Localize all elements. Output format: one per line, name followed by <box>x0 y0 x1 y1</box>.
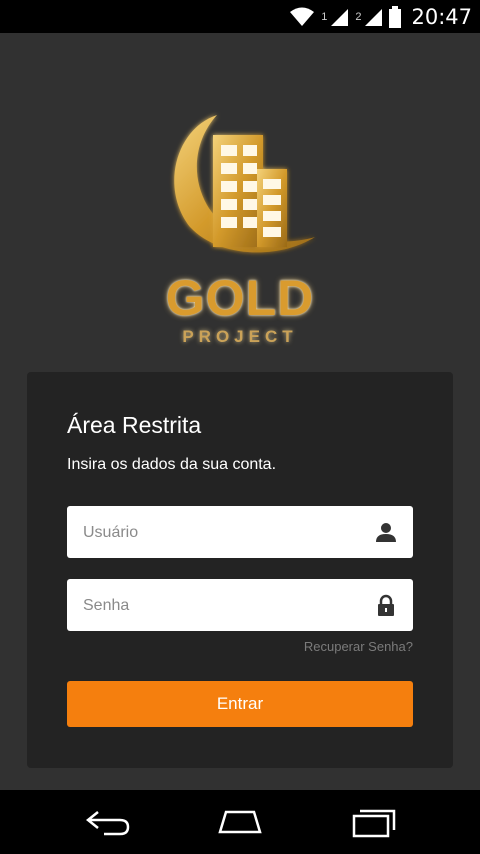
login-button[interactable]: Entrar <box>67 681 413 727</box>
back-icon[interactable] <box>76 804 136 840</box>
sim2-label: 2 <box>355 10 362 23</box>
user-icon <box>376 523 396 542</box>
app-screen: GOLD PROJECT Área Restrita Insira os dad… <box>0 33 480 790</box>
sim1-label: 1 <box>321 10 328 23</box>
signal-icon <box>365 8 383 26</box>
home-icon[interactable] <box>210 804 270 840</box>
wifi-icon <box>290 7 315 26</box>
status-time: 20:47 <box>411 4 472 29</box>
logo-wordmark-project: PROJECT <box>182 327 298 346</box>
signal-icon <box>331 8 349 26</box>
gold-project-logo: GOLD PROJECT <box>155 109 325 359</box>
status-bar: 1 2 20:47 <box>0 0 480 33</box>
lock-icon <box>378 594 394 616</box>
recents-icon[interactable] <box>344 804 404 840</box>
login-card: Área Restrita Insira os dados da sua con… <box>27 372 453 768</box>
status-icons: 1 2 20:47 <box>289 0 472 33</box>
navigation-bar <box>0 790 480 854</box>
username-input[interactable] <box>81 506 365 560</box>
logo-wordmark-gold: GOLD <box>165 270 315 326</box>
password-field[interactable] <box>67 579 413 633</box>
recover-password-link[interactable]: Recuperar Senha? <box>304 639 413 654</box>
username-field[interactable] <box>67 506 413 560</box>
login-subtitle: Insira os dados da sua conta. <box>67 456 277 473</box>
login-title: Área Restrita <box>67 412 202 438</box>
password-input[interactable] <box>81 579 365 633</box>
logo-building-icon <box>174 115 315 253</box>
battery-icon <box>389 5 402 28</box>
